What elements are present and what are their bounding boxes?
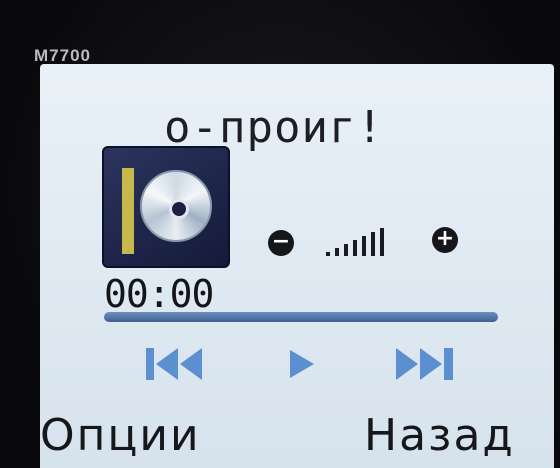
volume-bar (371, 232, 375, 256)
play-icon (290, 350, 314, 378)
next-track-button[interactable] (392, 338, 460, 390)
volume-level-indicator (326, 226, 406, 256)
volume-bar (326, 252, 330, 256)
skip-forward-icon (396, 348, 453, 380)
volume-bar (362, 236, 366, 256)
phone-device: M7700 о-проиг! − + 00:00 Опции Назад (0, 0, 560, 468)
options-softkey[interactable]: Опции (40, 410, 201, 461)
volume-bar (353, 240, 357, 256)
album-spine (122, 168, 134, 254)
back-softkey[interactable]: Назад (364, 410, 515, 461)
volume-bar (344, 244, 348, 256)
progress-bar[interactable] (104, 312, 498, 322)
previous-track-button[interactable] (144, 338, 206, 390)
music-player-screen: о-проиг! − + 00:00 Опции Назад (40, 64, 554, 468)
volume-up-button[interactable]: + (432, 227, 458, 253)
volume-bar (380, 228, 384, 256)
play-button[interactable] (286, 338, 316, 390)
brand-label: M7700 (34, 46, 91, 65)
cd-disc-icon (140, 170, 212, 242)
album-art-icon (102, 146, 230, 268)
volume-down-button[interactable]: − (268, 230, 294, 256)
skip-back-icon (146, 348, 202, 380)
elapsed-time: 00:00 (104, 272, 214, 316)
volume-bar (335, 248, 339, 256)
